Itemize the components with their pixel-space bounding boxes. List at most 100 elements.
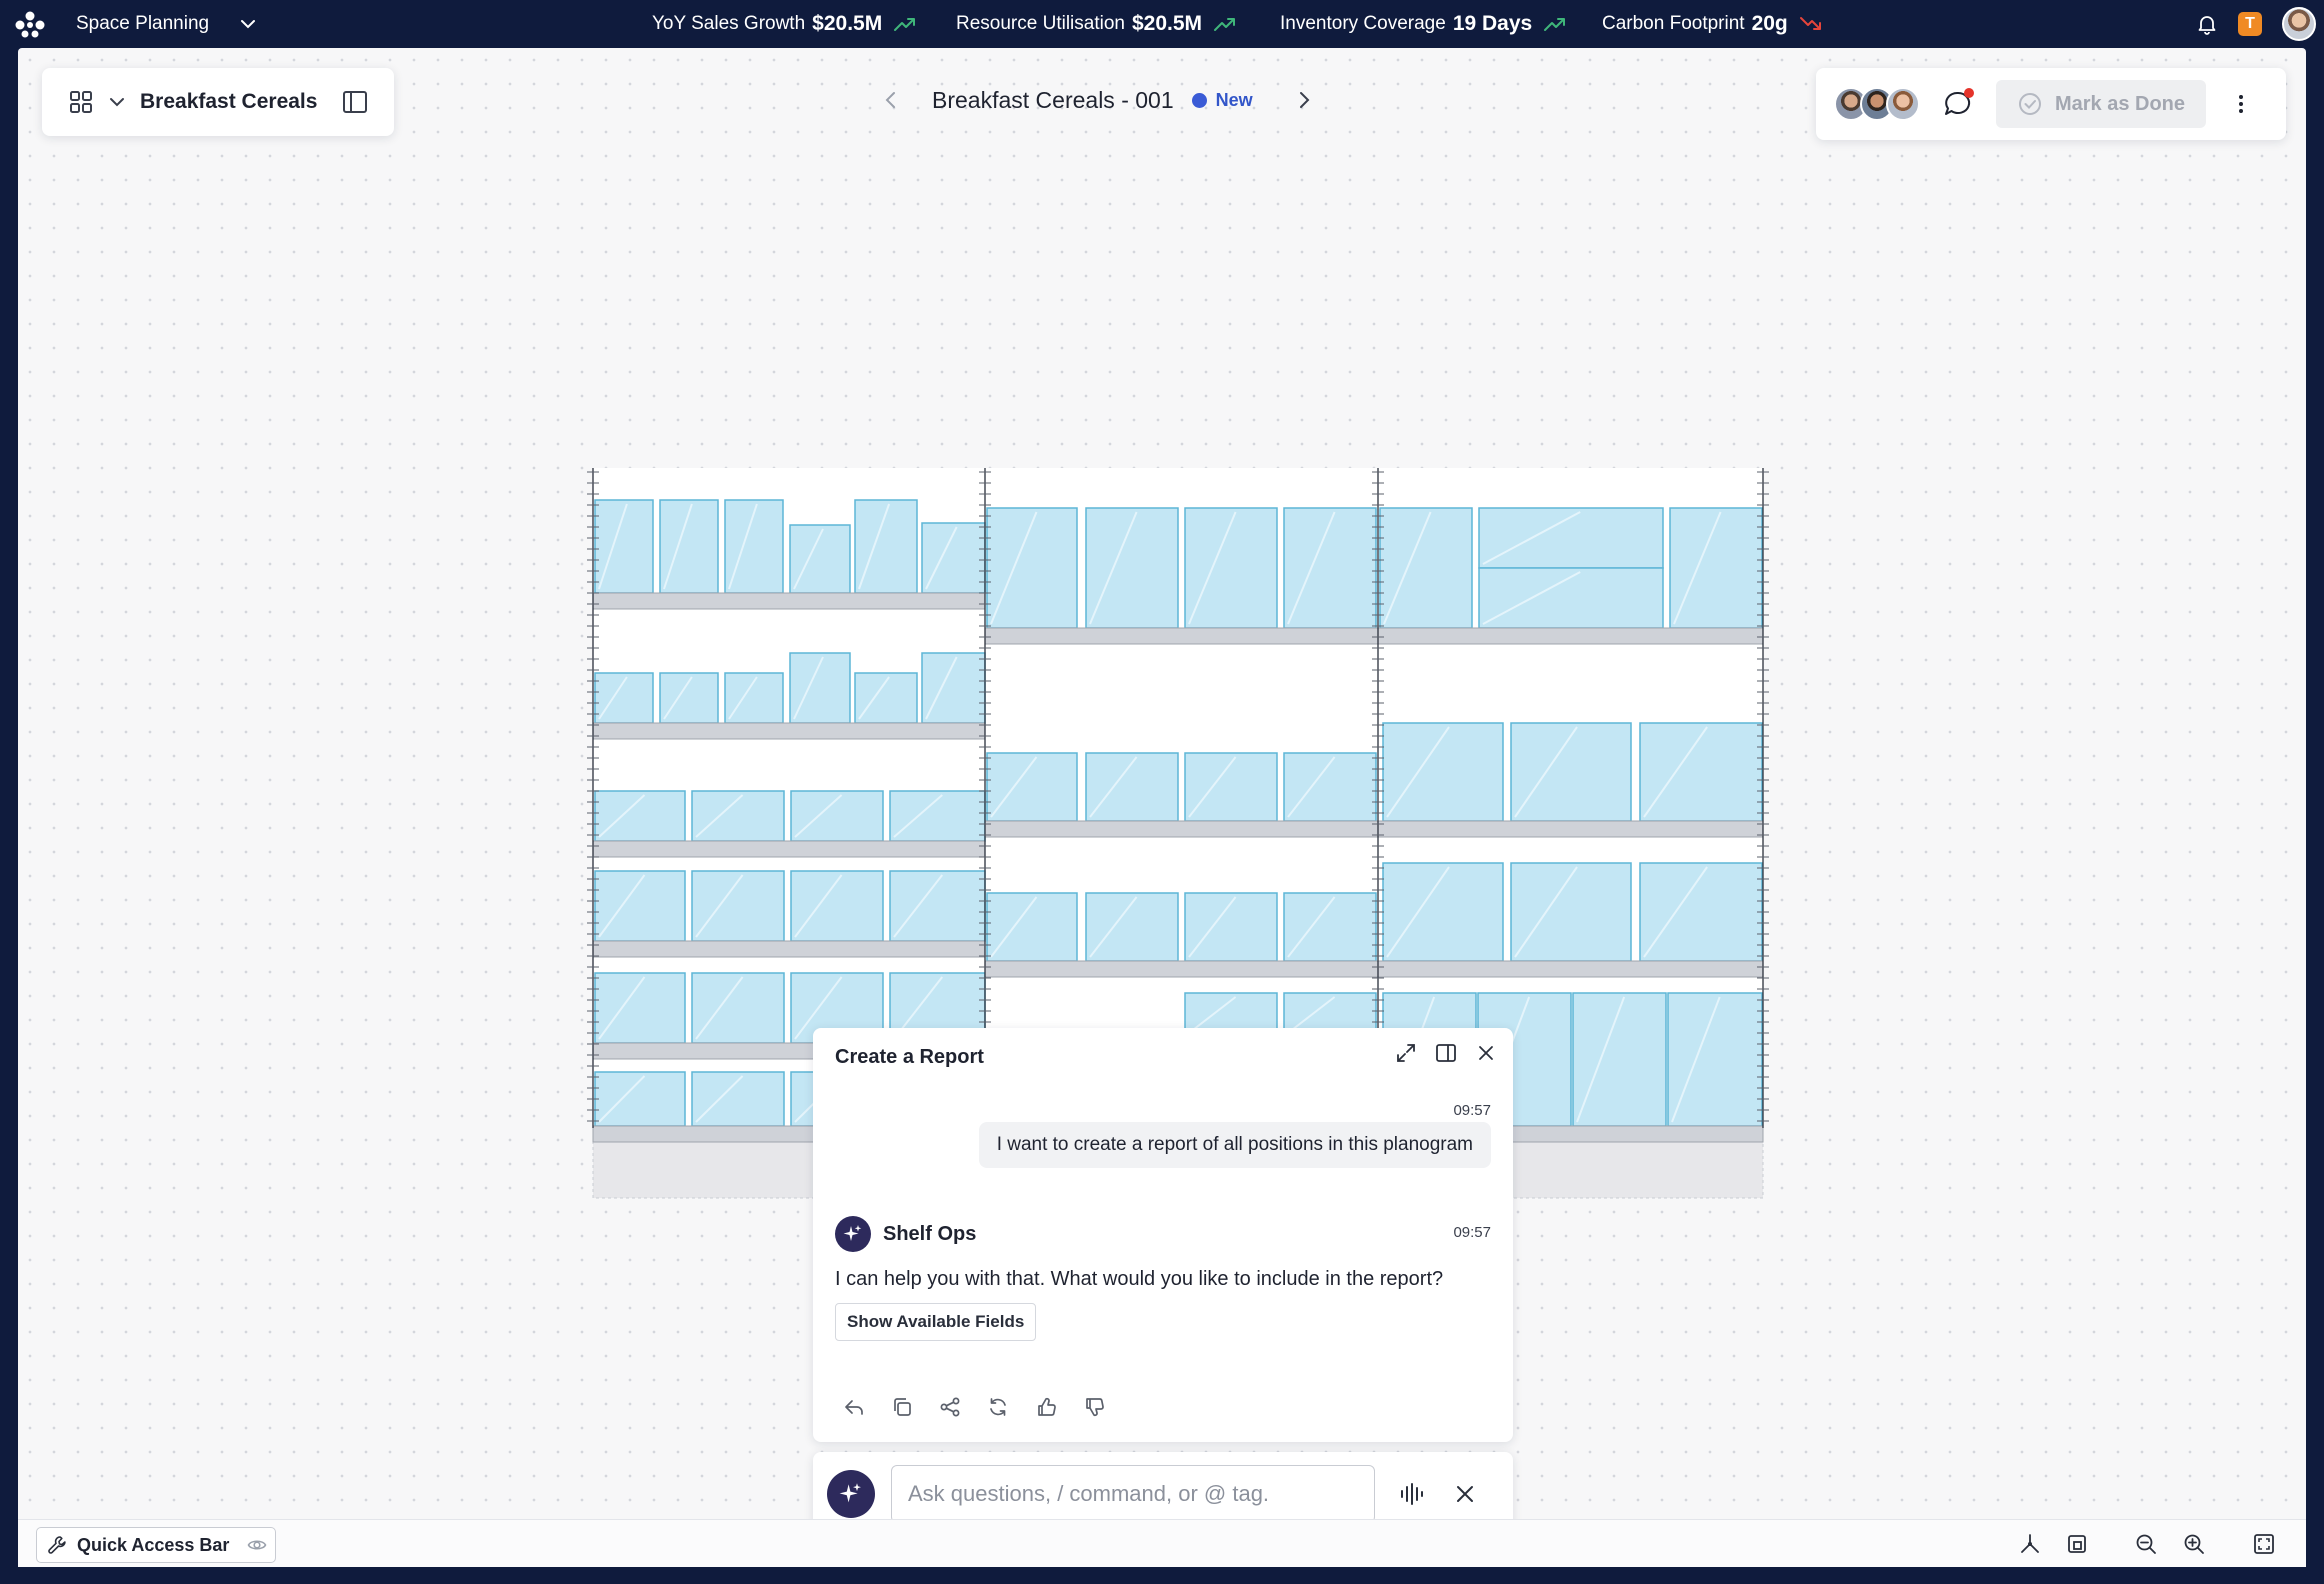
- product-facing[interactable]: [1639, 862, 1763, 962]
- assistant-button[interactable]: [827, 1470, 875, 1518]
- panel-header-actions: [1395, 1042, 1497, 1064]
- create-report-panel: Create a Report 09:57 I want to create a…: [813, 1028, 1513, 1442]
- kpi-value: $20.5M: [1131, 12, 1203, 35]
- quick-access-bar-label: Quick Access Bar: [77, 1534, 230, 1555]
- shelf: [984, 627, 1379, 645]
- app-switcher[interactable]: Space Planning: [76, 0, 257, 48]
- panel-title: Create a Report: [835, 1046, 984, 1068]
- shelf: [984, 960, 1379, 978]
- product-facing[interactable]: [1184, 507, 1278, 629]
- sparkle-icon: [839, 1483, 861, 1503]
- shelf: [592, 722, 986, 740]
- top-bar: Space Planning YoY Sales Growth $20.5M R…: [0, 0, 2324, 48]
- collaboration-card: Mark as Done: [1816, 68, 2286, 140]
- product-facing[interactable]: [1510, 862, 1632, 962]
- hierarchy-icon: [2021, 1534, 2039, 1553]
- more-vertical-icon[interactable]: [2228, 91, 2254, 117]
- kpi-label: Resource Utilisation: [956, 13, 1125, 34]
- panel-icon[interactable]: [341, 88, 369, 116]
- workspace-badge[interactable]: T: [2238, 12, 2262, 36]
- trend-up-icon: [1544, 18, 1566, 31]
- sparkle-icon: [843, 1225, 862, 1241]
- eye-icon[interactable]: [247, 1535, 267, 1555]
- zoom-out-icon: [2136, 1534, 2156, 1554]
- fit-screen-button[interactable]: [2252, 1532, 2276, 1556]
- canvas-tools: [2018, 1520, 2306, 1568]
- fit-screen-icon: [2254, 1534, 2274, 1554]
- shelf: [1377, 627, 1764, 645]
- expand-icon[interactable]: [1395, 1042, 1417, 1064]
- product-facing[interactable]: [1085, 507, 1179, 629]
- comments-button[interactable]: [1942, 88, 1974, 120]
- product-facing[interactable]: [986, 507, 1078, 629]
- product-facing[interactable]: [1639, 722, 1763, 822]
- product-facing[interactable]: [1382, 722, 1504, 822]
- status-dot: [1191, 92, 1207, 108]
- copy-icon[interactable]: [891, 1396, 913, 1418]
- mark-as-done-button[interactable]: Mark as Done: [1996, 80, 2206, 128]
- planogram-canvas[interactable]: Breakfast Cereals Breakfast Cereals - 00…: [18, 48, 2306, 1567]
- shelf: [1377, 820, 1764, 838]
- product-facing[interactable]: [1283, 507, 1377, 629]
- product-facing[interactable]: [1572, 992, 1667, 1127]
- grid-icon[interactable]: [68, 89, 94, 115]
- split-panel-icon[interactable]: [1435, 1042, 1457, 1064]
- notifications-button[interactable]: [2196, 13, 2218, 35]
- kpi-inventory-coverage[interactable]: Inventory Coverage 19 Days: [1280, 0, 1567, 48]
- thumbs-down-icon[interactable]: [1083, 1396, 1105, 1418]
- bot-avatar: [835, 1216, 871, 1252]
- message-timestamp: 09:57: [1453, 1102, 1491, 1119]
- user-avatar[interactable]: [2282, 7, 2316, 41]
- chevron-down-icon: [241, 20, 256, 29]
- product-facing[interactable]: [1669, 507, 1763, 629]
- layout-icon: [2068, 1535, 2086, 1553]
- top-bar-actions: T: [2196, 0, 2316, 48]
- bot-name: Shelf Ops: [883, 1222, 977, 1245]
- message-actions: [843, 1396, 1105, 1418]
- kpi-carbon-footprint[interactable]: Carbon Footprint 20g: [1602, 0, 1823, 48]
- ask-input[interactable]: [891, 1465, 1375, 1523]
- hierarchy-button[interactable]: [2018, 1532, 2042, 1556]
- close-icon[interactable]: [1475, 1042, 1497, 1064]
- product-facing[interactable]: [1382, 862, 1504, 962]
- category-title[interactable]: Breakfast Cereals: [140, 90, 317, 114]
- zoom-out-button[interactable]: [2134, 1532, 2158, 1556]
- bot-header: Shelf Ops: [835, 1216, 976, 1252]
- kpi-resource-utilisation[interactable]: Resource Utilisation $20.5M: [956, 0, 1237, 48]
- app-logo-icon[interactable]: [14, 10, 46, 38]
- chevron-down-icon[interactable]: [108, 93, 126, 111]
- reply-icon[interactable]: [843, 1396, 865, 1418]
- zoom-in-button[interactable]: [2182, 1532, 2206, 1556]
- product-facing[interactable]: [1667, 992, 1763, 1127]
- share-icon[interactable]: [939, 1396, 961, 1418]
- quick-access-bar-button[interactable]: Quick Access Bar: [36, 1527, 276, 1563]
- kpi-yoy-sales-growth[interactable]: YoY Sales Growth $20.5M: [652, 0, 917, 48]
- app-name: Space Planning: [76, 13, 210, 34]
- document-navigator: Breakfast Cereals - 001 New: [880, 68, 1356, 132]
- chevron-left-icon[interactable]: [880, 89, 902, 111]
- status-label: New: [1215, 89, 1253, 110]
- close-icon[interactable]: [1453, 1482, 1477, 1506]
- wrench-icon: [48, 1536, 66, 1554]
- kpi-label: Inventory Coverage: [1280, 13, 1446, 34]
- bot-message: I can help you with that. What would you…: [835, 1268, 1444, 1290]
- thumbs-up-icon[interactable]: [1035, 1396, 1057, 1418]
- show-available-fields-button[interactable]: Show Available Fields: [835, 1303, 1037, 1341]
- refresh-icon[interactable]: [987, 1396, 1009, 1418]
- bell-icon: [2198, 16, 2216, 35]
- product-facing[interactable]: [1379, 507, 1473, 629]
- trend-down-icon: [1799, 17, 1821, 30]
- shelf: [592, 840, 986, 858]
- collaborator-avatars[interactable]: [1834, 87, 1920, 121]
- chevron-right-icon[interactable]: [1293, 89, 1315, 111]
- avatar[interactable]: [1886, 87, 1920, 121]
- layout-button[interactable]: [2066, 1532, 2090, 1556]
- check-circle-icon: [2018, 93, 2041, 115]
- shelf: [984, 820, 1379, 838]
- status-badge: New: [1191, 89, 1253, 111]
- product-facing[interactable]: [1510, 722, 1632, 822]
- message-timestamp: 09:57: [1453, 1224, 1491, 1241]
- notification-dot: [1964, 88, 1974, 98]
- voice-icon[interactable]: [1399, 1481, 1425, 1507]
- kpi-label: Carbon Footprint: [1602, 13, 1745, 34]
